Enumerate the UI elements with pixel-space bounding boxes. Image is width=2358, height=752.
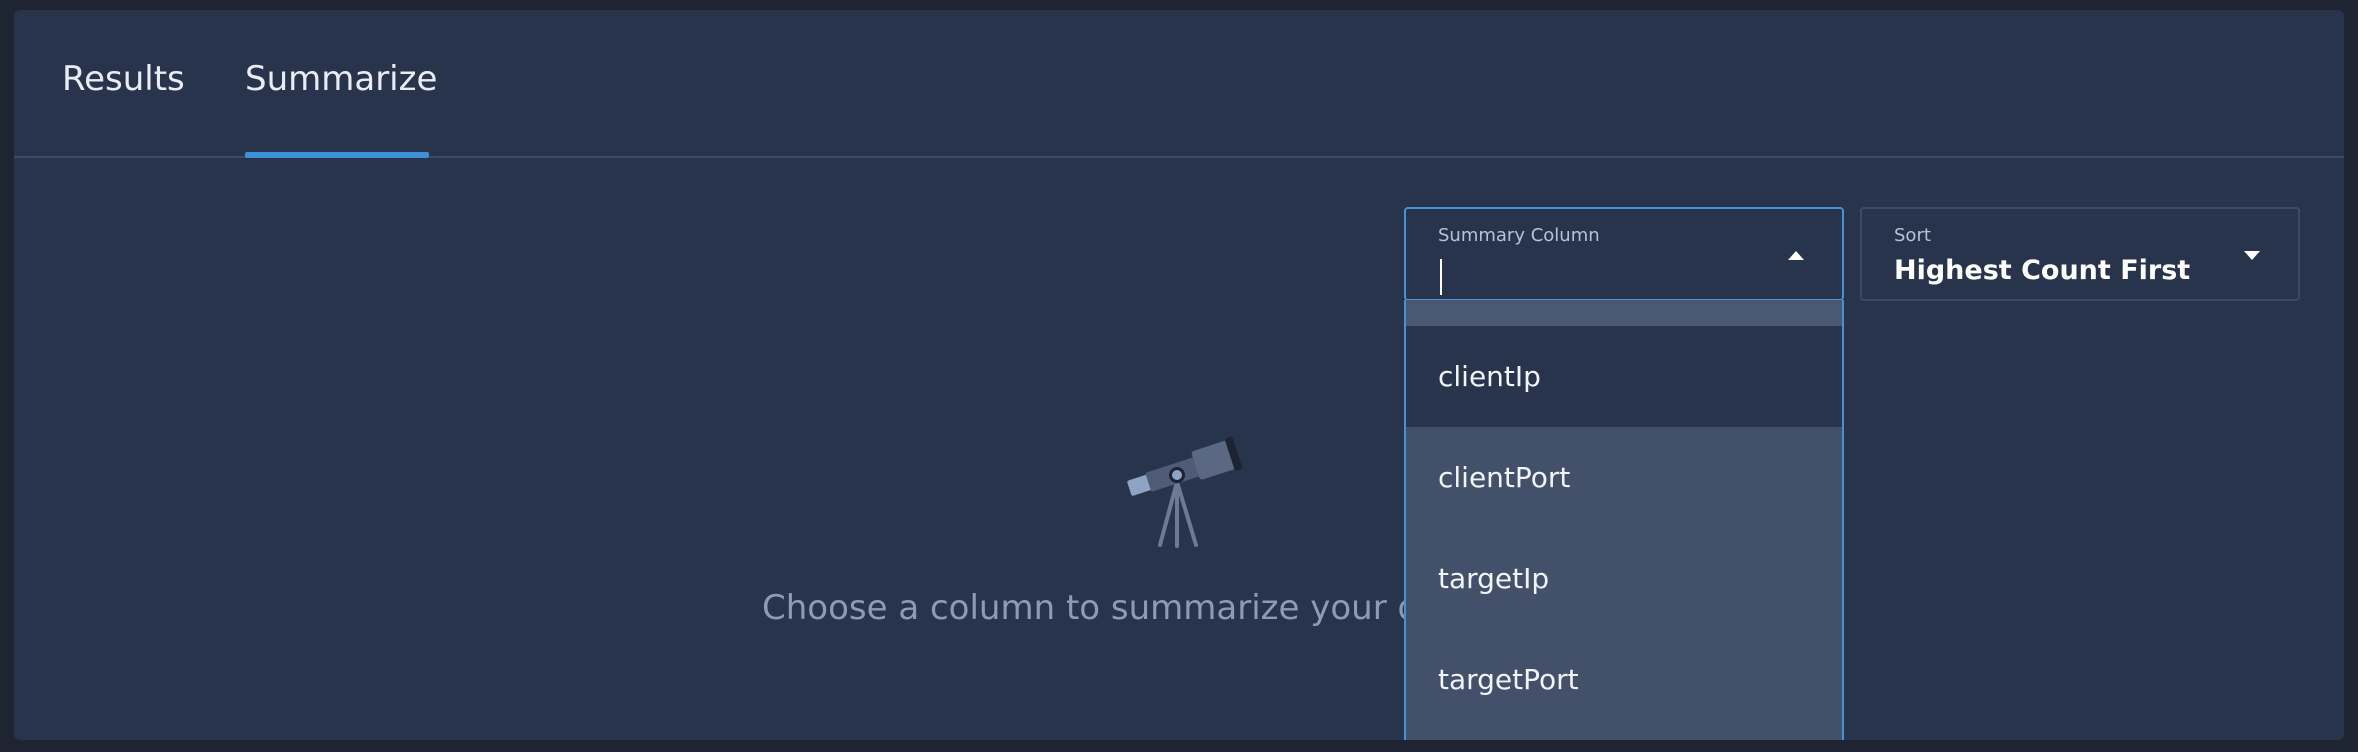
- caret-up-icon[interactable]: [1788, 251, 1804, 260]
- summary-column-label: Summary Column: [1438, 225, 1600, 246]
- summary-column-dropdown: clientIp clientPort targetIp targetPort: [1404, 300, 1844, 740]
- summary-column-select[interactable]: Summary Column: [1404, 207, 1844, 301]
- sort-label: Sort: [1894, 225, 1931, 246]
- empty-state-message: Choose a column to summarize your q: [762, 588, 1420, 628]
- dropdown-option-targetip[interactable]: targetIp: [1406, 528, 1842, 629]
- tab-results[interactable]: Results: [62, 62, 185, 96]
- tab-bar: Results Summarize: [14, 10, 2344, 158]
- dropdown-option-clientport[interactable]: clientPort: [1406, 427, 1842, 528]
- sort-select[interactable]: Sort Highest Count First: [1860, 207, 2300, 301]
- telescope-icon: [1127, 436, 1243, 548]
- sort-value: Highest Count First: [1894, 255, 2191, 286]
- summarize-panel: Results Summarize Choose a column to sum…: [14, 10, 2344, 740]
- dropdown-partial-option: [1406, 300, 1842, 326]
- dropdown-option-clientip[interactable]: clientIp: [1406, 326, 1842, 427]
- tab-summarize[interactable]: Summarize: [245, 62, 437, 96]
- dropdown-option-targetport[interactable]: targetPort: [1406, 629, 1842, 730]
- text-caret: [1440, 259, 1442, 295]
- caret-down-icon[interactable]: [2244, 251, 2260, 260]
- active-tab-indicator: [245, 152, 429, 158]
